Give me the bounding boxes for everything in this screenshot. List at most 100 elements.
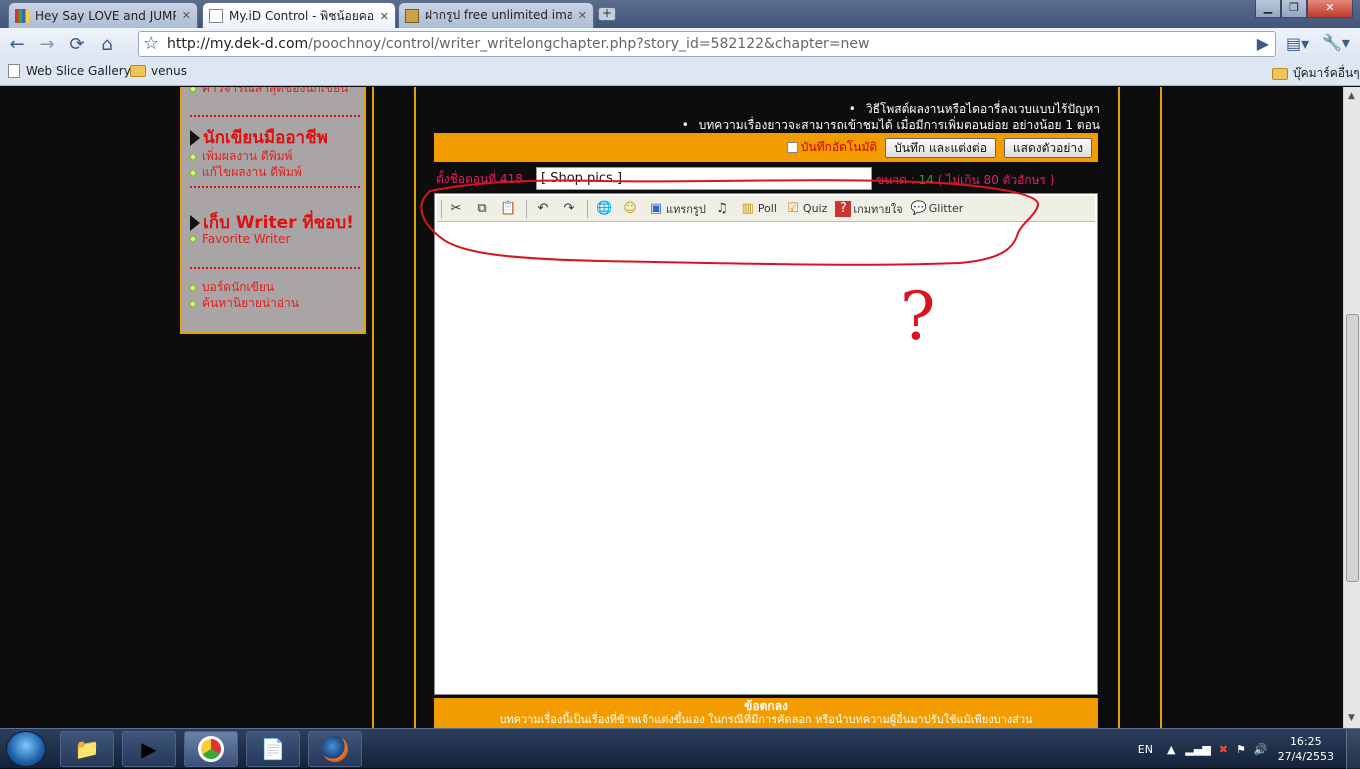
show-hidden-icons[interactable]: ▲ — [1167, 743, 1175, 756]
sidebar-link-edit-work[interactable]: แก้ไขผลงาน ดีพิมพ์ — [188, 163, 302, 182]
chapter-title-row: ตั้งชื่อตอนที่ 418 [ Shop pics ] ขนาด : … — [434, 167, 1098, 191]
chapter-title-input[interactable]: [ Shop pics ] — [536, 167, 872, 190]
bookmark-label: Web Slice Gallery — [26, 64, 131, 78]
clock-time: 16:25 — [1289, 735, 1322, 748]
start-button[interactable] — [6, 731, 46, 767]
column-border — [372, 87, 374, 728]
scroll-up-icon[interactable]: ▲ — [1348, 91, 1355, 101]
home-button[interactable]: ⌂ — [94, 31, 120, 57]
go-icon[interactable]: ▶ — [1257, 34, 1269, 53]
quiz-button[interactable]: ☑ Quiz — [785, 201, 827, 217]
tab-strip: Hey Say LOVE and JUMP! ✕ My.iD Control -… — [0, 0, 1360, 29]
insert-image-button[interactable]: ▣ แทรกรูป — [648, 200, 706, 218]
favicon-icon — [405, 8, 419, 23]
preview-button[interactable]: แสดงตัวอย่าง — [1003, 137, 1092, 158]
taskbar-media-player[interactable]: ▶ — [122, 731, 176, 767]
note-item: บทความเรื่องยาวจะสามารถเข้าชมได้ เมื่อมี… — [440, 116, 1100, 132]
copy-button[interactable]: ⧉ — [474, 201, 492, 217]
editor-toolbar: ✂ ⧉ 📋 ↶ ↷ 🌐 ☺ ▣ แทรกรูป ♫ ▥ Poll ☑ Quiz ? เก… — [437, 196, 1095, 222]
undo-button[interactable]: ↶ — [535, 201, 553, 217]
tab-title: ฝากรูป free unlimited ima... — [425, 8, 572, 22]
new-tab-button[interactable]: + — [598, 7, 616, 21]
speech-bubble-icon: 💬 — [910, 200, 927, 216]
scrollbar-thumb[interactable] — [1346, 314, 1359, 582]
action-center-icon[interactable]: ⚑ — [1236, 743, 1246, 756]
tab-upload-image[interactable]: ฝากรูป free unlimited ima... ✕ — [398, 2, 594, 28]
autosave-option[interactable]: บันทึกอัตโนมัติ — [786, 138, 878, 157]
page-icon — [209, 9, 223, 23]
system-tray: EN ▲ ▂▄▆ ✖ ⚑ 🔊 16:25 27/4/2553 — [1138, 729, 1360, 769]
chapter-title-label: ตั้งชื่อตอนที่ 418 — [436, 171, 523, 186]
bullet-icon — [188, 234, 198, 244]
wrench-menu-button[interactable]: 🔧▾ — [1322, 33, 1350, 52]
language-indicator[interactable]: EN — [1138, 743, 1153, 756]
divider — [190, 186, 360, 188]
page-menu-button[interactable]: ▤▾ — [1286, 34, 1309, 53]
emoticon-button[interactable]: ☺ — [622, 201, 640, 217]
clock[interactable]: 16:25 27/4/2553 — [1278, 734, 1334, 764]
bullet-icon — [188, 152, 198, 161]
column-border — [1118, 87, 1120, 728]
divider — [190, 115, 360, 117]
close-icon[interactable]: ✕ — [578, 9, 587, 22]
back-button[interactable]: ← — [4, 31, 30, 57]
checkmark-icon: ☑ — [787, 200, 799, 216]
cut-button[interactable]: ✂ — [448, 201, 466, 217]
triangle-icon — [190, 129, 200, 146]
action-bar: บันทึกอัตโนมัติ บันทึก และแต่งต่อ แสดงตั… — [434, 133, 1098, 162]
sidebar-link-partial[interactable]: คำวิจารณ์ล่าสุดของนักเขียน — [188, 87, 348, 98]
save-continue-button[interactable]: บันทึก และแต่งต่อ — [885, 137, 996, 158]
address-bar[interactable]: ☆ http://my.dek-d.com/poochnoy/control/w… — [138, 31, 1276, 57]
paste-button[interactable]: 📋 — [500, 201, 518, 217]
volume-icon[interactable]: 🔊 — [1254, 743, 1268, 756]
paste-icon: 📋 — [500, 200, 517, 216]
tab-myid-control[interactable]: My.iD Control - พิชน้อยคอ... ✕ — [202, 2, 396, 29]
sidebar-link-favorite-writer[interactable]: Favorite Writer — [188, 232, 290, 246]
title-size-count: 14 — [918, 173, 934, 187]
reload-button[interactable]: ⟳ — [64, 31, 90, 57]
close-icon[interactable]: ✕ — [182, 9, 191, 22]
other-bookmarks[interactable]: บุ๊คมาร์คอื่นๆ — [1272, 64, 1360, 83]
scroll-down-icon[interactable]: ▼ — [1348, 713, 1355, 723]
autosave-label: บันทึกอัตโนมัติ — [800, 140, 878, 154]
bookmark-folder-venus[interactable]: venus — [130, 64, 187, 78]
show-desktop-button[interactable] — [1346, 729, 1360, 769]
maximize-button[interactable]: ❐ — [1281, 0, 1307, 18]
toolbar-separator — [526, 199, 527, 218]
redo-button[interactable]: ↷ — [561, 201, 579, 217]
autosave-checkbox[interactable] — [786, 142, 798, 153]
posting-notes: วิธีโพสต์ผลงานหรือไดอารี่ลงเวบแบบไร้ปัญห… — [440, 100, 1100, 132]
bookmark-web-slice-gallery[interactable]: Web Slice Gallery — [8, 64, 131, 78]
page-viewport: คำวิจารณ์ล่าสุดของนักเขียน นักเขียนมืออา… — [0, 87, 1343, 728]
bookmark-label: venus — [151, 64, 187, 78]
music-button[interactable]: ♫ — [714, 201, 732, 217]
bookmarks-bar: Web Slice Gallery venus บุ๊คมาร์คอื่นๆ — [0, 60, 1360, 86]
minimize-button[interactable]: ▁ — [1255, 0, 1281, 18]
signal-icon[interactable]: ▂▄▆ — [1185, 743, 1210, 756]
taskbar-chrome[interactable] — [184, 731, 238, 767]
bookmark-star-icon[interactable]: ☆ — [143, 33, 159, 54]
bullet-icon — [188, 283, 198, 292]
home-icon: ⌂ — [101, 33, 113, 55]
close-icon[interactable]: ✕ — [380, 10, 389, 23]
redo-icon: ↷ — [563, 200, 575, 216]
vertical-scrollbar[interactable]: ▲ ▼ — [1343, 87, 1360, 728]
tab-hey-say[interactable]: Hey Say LOVE and JUMP! ✕ — [8, 2, 198, 28]
rich-text-editor[interactable]: ✂ ⧉ 📋 ↶ ↷ 🌐 ☺ ▣ แทรกรูป ♫ ▥ Poll ☑ Quiz ? เก… — [434, 193, 1098, 695]
close-window-button[interactable]: ✕ — [1307, 0, 1353, 18]
taskbar-notepad[interactable]: 📄 — [246, 731, 300, 767]
other-bookmarks-label: บุ๊คมาร์คอื่นๆ — [1293, 66, 1360, 80]
poll-button[interactable]: ▥ Poll — [740, 201, 777, 217]
divider — [190, 267, 360, 269]
forward-button[interactable]: → — [34, 31, 60, 57]
toolbar-grip — [441, 199, 442, 218]
link-button[interactable]: 🌐 — [596, 201, 614, 217]
glitter-button[interactable]: 💬 Glitter — [911, 201, 964, 217]
sidebar-link-search-novels[interactable]: ค้นหานิยายน่าอ่าน — [188, 294, 299, 313]
network-icon[interactable]: ✖ — [1219, 743, 1228, 756]
taskbar-firefox[interactable] — [308, 731, 362, 767]
taskbar-explorer[interactable]: 📁 — [60, 731, 114, 767]
game-button[interactable]: ? เกมทายใจ — [835, 200, 903, 218]
notepad-icon: 📄 — [260, 737, 286, 761]
copy-icon: ⧉ — [477, 200, 487, 216]
